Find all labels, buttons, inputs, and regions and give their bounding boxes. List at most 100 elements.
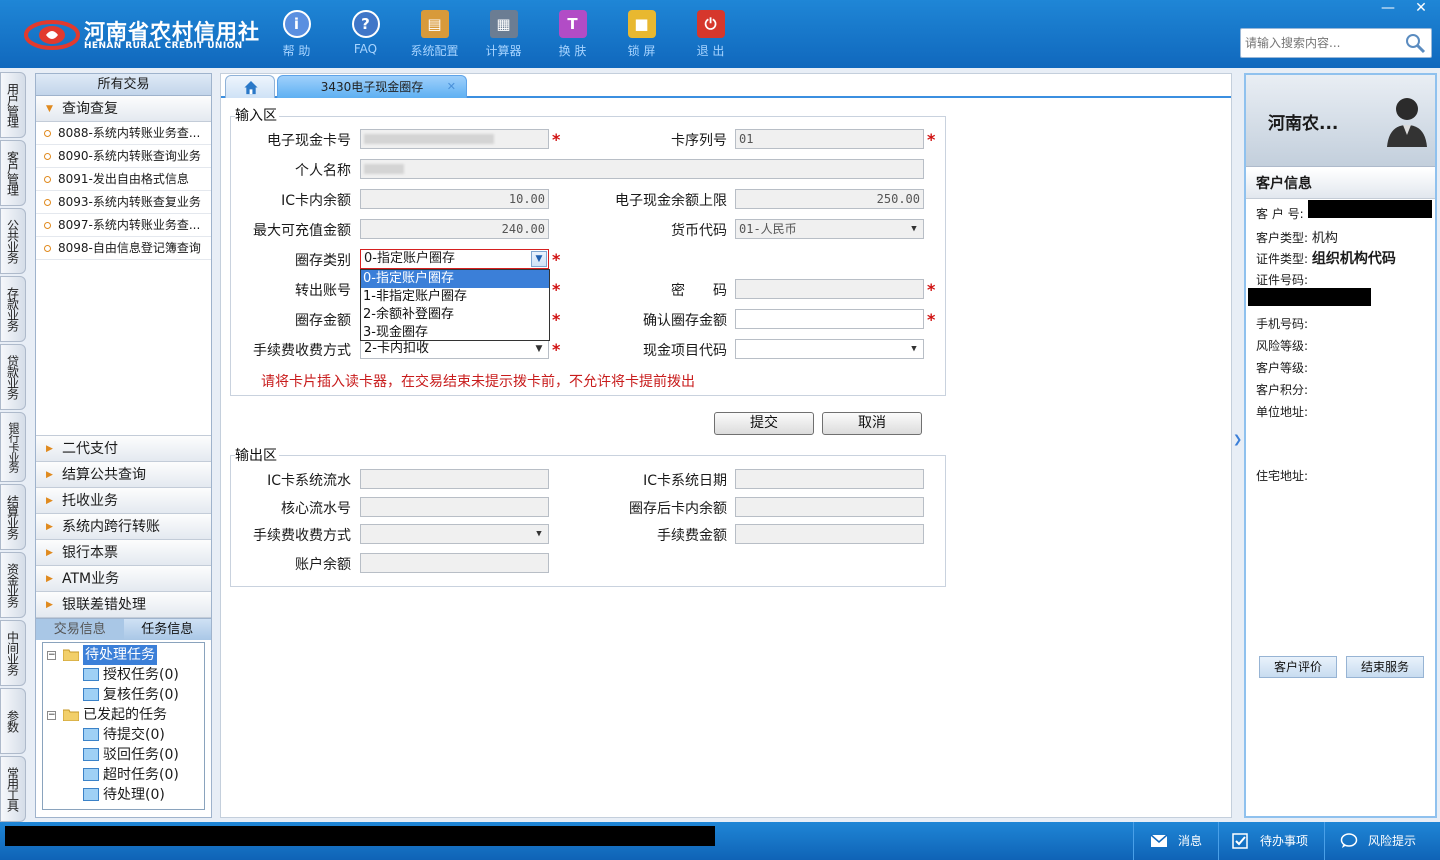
load-type-option[interactable]: 1-非指定账户圈存 <box>361 288 549 306</box>
page-tabbar: 3430电子现金圈存 ✕ <box>221 74 1231 98</box>
confirm-amount-field[interactable] <box>735 309 924 329</box>
customer-header: 河南农... <box>1246 75 1435 167</box>
fee-method-select[interactable]: 2-卡内扣收 ▼ <box>360 339 549 359</box>
max-recharge-field[interactable]: 240.00 <box>360 219 549 239</box>
vtab-settlement-business[interactable]: 结算业务 <box>0 484 26 550</box>
ic-date-field[interactable] <box>735 469 924 489</box>
vtab-deposit-business[interactable]: 存款业务 <box>0 276 26 342</box>
todo-button[interactable]: 待办事项 <box>1232 828 1308 854</box>
tree-node-timeout[interactable]: 超时任务(0) <box>43 765 204 785</box>
tree-node-to-process[interactable]: 待处理(0) <box>43 785 204 805</box>
ic-balance-field[interactable]: 10.00 <box>360 189 549 209</box>
vtab-public-business[interactable]: 公共业务 <box>0 208 26 274</box>
vtab-loan-business[interactable]: 贷款业务 <box>0 344 26 410</box>
fee-amount-field[interactable] <box>735 524 924 544</box>
tree-node-to-submit[interactable]: 待提交(0) <box>43 725 204 745</box>
max-recharge-label: 最大可充值金额 <box>253 223 351 239</box>
work-address-label: 单位地址: <box>1256 405 1309 419</box>
customer-no-label: 客 户 号: <box>1256 207 1304 221</box>
vtab-bank-card-business[interactable]: 银行卡业务 <box>0 412 26 482</box>
messages-button[interactable]: 消息 <box>1150 828 1202 854</box>
chevron-down-icon[interactable]: ▼ <box>531 251 547 267</box>
calculator-button[interactable]: ▦ 计算器 <box>469 8 538 64</box>
out-fee-method-label: 手续费收费方式 <box>253 528 351 544</box>
close-tab-icon[interactable]: ✕ <box>447 76 456 98</box>
post-balance-field[interactable] <box>735 497 924 517</box>
nav-group-interbank-transfer[interactable]: ▶ 系统内跨行转账 <box>36 514 211 540</box>
out-fee-method-select[interactable]: ▼ <box>360 524 549 544</box>
info-icon: i <box>282 10 311 38</box>
collapse-icon[interactable]: − <box>47 651 56 660</box>
tab-3430-ecash-load[interactable]: 3430电子现金圈存 ✕ <box>277 75 467 98</box>
nav-item-8093[interactable]: 8093-系统内转账查复业务 <box>36 191 211 214</box>
submit-button[interactable]: 提交 <box>714 412 814 435</box>
minimize-button[interactable]: — <box>1372 0 1404 18</box>
vtab-intermediary-business[interactable]: 中间业务 <box>0 620 26 686</box>
lock-screen-button[interactable]: ■ 锁 屏 <box>607 8 676 64</box>
nav-item-8090[interactable]: 8090-系统内转账查询业务 <box>36 145 211 168</box>
load-type-option[interactable]: 2-余额补登圈存 <box>361 306 549 324</box>
password-field[interactable] <box>735 279 924 299</box>
status-bar: 消息 待办事项 风险提示 <box>0 822 1440 860</box>
ic-serial-field[interactable] <box>360 469 549 489</box>
nav-group-unionpay-error[interactable]: ▶ 银联差错处理 <box>36 592 211 618</box>
card-no-field[interactable] <box>360 129 549 149</box>
tree-node-rejected[interactable]: 驳回任务(0) <box>43 745 204 765</box>
collapse-icon[interactable]: − <box>47 711 56 720</box>
required-mark: * <box>927 310 936 329</box>
tab-task-info[interactable]: 任务信息 <box>123 619 211 640</box>
nav-group-collection[interactable]: ▶ 托收业务 <box>36 488 211 514</box>
nav-group-second-gen-payment[interactable]: ▶ 二代支付 <box>36 436 211 462</box>
nav-group-query-reply[interactable]: ▼ 查询查复 <box>36 96 211 122</box>
change-skin-button[interactable]: T 换 肤 <box>538 8 607 64</box>
core-serial-field[interactable] <box>360 497 549 517</box>
system-config-button[interactable]: ▤ 系统配置 <box>400 8 469 64</box>
bullet-icon <box>44 222 51 229</box>
all-transactions-header[interactable]: 所有交易 <box>36 74 211 96</box>
load-amount-label: 圈存金额 <box>295 313 351 329</box>
vtab-parameters[interactable]: 参数 <box>0 688 26 754</box>
account-balance-field[interactable] <box>360 553 549 573</box>
name-field[interactable] <box>360 159 924 179</box>
search-icon[interactable] <box>1403 31 1427 55</box>
tree-node-pending[interactable]: − 待处理任务 <box>43 645 204 665</box>
end-service-button[interactable]: 结束服务 <box>1346 656 1424 678</box>
tab-transaction-info[interactable]: 交易信息 <box>36 619 124 640</box>
task-icon <box>83 788 99 801</box>
nav-group-settlement-query[interactable]: ▶ 结算公共查询 <box>36 462 211 488</box>
home-tab[interactable] <box>225 75 275 98</box>
tree-node-auth-tasks[interactable]: 授权任务(0) <box>43 665 204 685</box>
customer-evaluate-button[interactable]: 客户评价 <box>1259 656 1337 678</box>
vtab-fund-business[interactable]: 资金业务 <box>0 552 26 618</box>
vtab-common-tools[interactable]: 常用工具 <box>0 756 26 822</box>
load-type-select[interactable]: 0-指定账户圈存 ▼ <box>360 249 549 269</box>
nav-item-8097[interactable]: 8097-系统内转账业务查... <box>36 214 211 237</box>
nav-group-bank-draft[interactable]: ▶ 银行本票 <box>36 540 211 566</box>
account-balance-label: 账户余额 <box>295 557 351 573</box>
nav-group-atm[interactable]: ▶ ATM业务 <box>36 566 211 592</box>
close-window-button[interactable]: ✕ <box>1405 0 1437 18</box>
chat-bubble-icon <box>1340 833 1358 848</box>
vtab-customer-management[interactable]: 客户管理 <box>0 140 26 206</box>
vtab-user-management[interactable]: 用户管理 <box>0 72 26 138</box>
home-icon <box>244 80 258 95</box>
exit-button[interactable]: ⏻ 退 出 <box>676 8 745 64</box>
card-seq-field[interactable]: 01 <box>735 129 924 149</box>
panel-splitter[interactable]: ❯ <box>1233 420 1242 460</box>
nav-item-8088[interactable]: 8088-系统内转账业务查... <box>36 122 211 145</box>
nav-item-8098[interactable]: 8098-自由信息登记簿查询 <box>36 237 211 260</box>
cash-item-code-select[interactable]: ▼ <box>735 339 924 359</box>
faq-button[interactable]: ? FAQ <box>331 8 400 64</box>
nav-item-8091[interactable]: 8091-发出自由格式信息 <box>36 168 211 191</box>
tree-node-review-tasks[interactable]: 复核任务(0) <box>43 685 204 705</box>
risk-alert-button[interactable]: 风险提示 <box>1340 828 1416 854</box>
search-input[interactable] <box>1241 29 1399 57</box>
load-type-option[interactable]: 3-现金圈存 <box>361 324 549 342</box>
main-workarea: 3430电子现金圈存 ✕ 输入区 电子现金卡号 * 卡序列号 01 * 个人名称… <box>220 73 1232 818</box>
help-button[interactable]: i 帮 助 <box>262 8 331 64</box>
tree-node-initiated[interactable]: − 已发起的任务 <box>43 705 204 725</box>
cancel-button[interactable]: 取消 <box>822 412 922 435</box>
ecash-limit-field[interactable]: 250.00 <box>735 189 924 209</box>
load-type-option[interactable]: 0-指定账户圈存 <box>361 270 549 288</box>
currency-select[interactable]: 01-人民币 ▼ <box>735 219 924 239</box>
